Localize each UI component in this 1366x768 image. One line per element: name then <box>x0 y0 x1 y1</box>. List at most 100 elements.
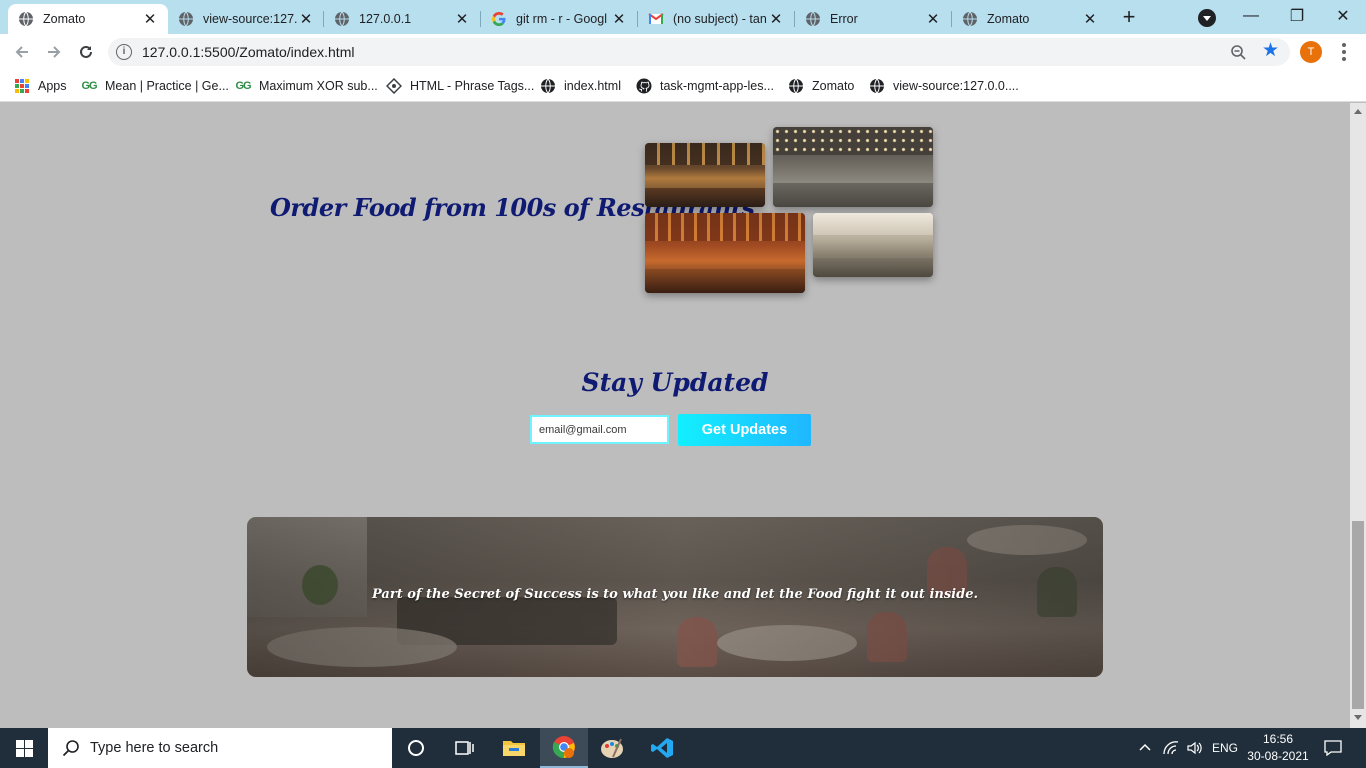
page-scrollbar[interactable] <box>1350 103 1366 728</box>
reload-icon <box>80 45 92 58</box>
bookmark-label: Mean | Practice | Ge... <box>105 79 229 93</box>
browser-toolbar: i 127.0.0.1:5500/Zomato/index.html ★ T <box>0 34 1366 70</box>
close-tab-icon[interactable]: ✕ <box>454 11 470 28</box>
tab-zomato-active[interactable]: Zomato ✕ <box>8 4 168 34</box>
bookmark-maximum-xor[interactable]: GG Maximum XOR sub... <box>235 76 378 96</box>
chrome-taskbar-icon[interactable] <box>540 728 588 768</box>
zoom-icon[interactable] <box>1230 44 1246 60</box>
paint-icon[interactable] <box>588 728 636 768</box>
reload-button[interactable] <box>72 38 100 66</box>
bookmark-label: HTML - Phrase Tags... <box>410 79 535 93</box>
cortana-icon[interactable] <box>392 728 440 768</box>
globe-icon <box>334 11 350 27</box>
bookmark-mean-practice[interactable]: GG Mean | Practice | Ge... <box>81 76 229 96</box>
restaurant-photo <box>813 213 933 277</box>
vscode-icon[interactable] <box>638 728 686 768</box>
menu-kebab-icon[interactable] <box>1336 41 1352 63</box>
minimize-button[interactable]: — <box>1228 0 1274 32</box>
page-viewport: Order Food from 100s of Restaurants Stay… <box>0 103 1350 728</box>
windows-taskbar: Type here to search ENG 16:56 30-08-2021 <box>0 728 1366 768</box>
banner-quote: Part of the Secret of Success is to what… <box>372 587 978 602</box>
task-view-icon[interactable] <box>440 728 488 768</box>
bookmark-label: task-mgmt-app-les... <box>660 79 774 93</box>
bookmark-label: index.html <box>564 79 621 93</box>
bookmark-label: Zomato <box>812 79 855 93</box>
tab-title: (no subject) - tan <box>673 12 767 26</box>
bookmark-apps[interactable]: Apps <box>14 76 67 96</box>
bookmark-view-source[interactable]: view-source:127.0.0.... <box>869 76 1019 96</box>
restaurant-photo <box>773 127 933 207</box>
bookmark-label: Maximum XOR sub... <box>259 79 378 93</box>
tab-error[interactable]: Error ✕ <box>795 4 951 34</box>
restaurant-photo <box>645 213 805 293</box>
tab-google-search[interactable]: git rm - r - Googl ✕ <box>481 4 637 34</box>
stay-updated-heading: Stay Updated <box>581 368 769 397</box>
close-tab-icon[interactable]: ✕ <box>298 11 314 28</box>
clock-time: 16:56 <box>1262 732 1294 746</box>
globe-icon <box>805 11 821 27</box>
tab-view-source[interactable]: view-source:127.0 ✕ <box>168 4 324 34</box>
tab-title: view-source:127.0 <box>203 12 298 26</box>
taskbar-search[interactable]: Type here to search <box>48 728 392 768</box>
globe-icon <box>788 78 804 94</box>
address-url[interactable]: 127.0.0.1:5500/Zomato/index.html <box>142 44 354 60</box>
bookmark-zomato[interactable]: Zomato <box>788 76 854 96</box>
bookmark-index-html[interactable]: index.html <box>540 76 621 96</box>
geeksforgeeks-icon: GG <box>81 80 97 92</box>
close-tab-icon[interactable]: ✕ <box>1082 11 1098 28</box>
back-button[interactable] <box>8 38 36 66</box>
tab-search-icon[interactable] <box>1198 9 1216 27</box>
restore-button[interactable]: ❐ <box>1274 0 1320 32</box>
arrow-right-icon <box>48 46 61 58</box>
get-updates-button[interactable]: Get Updates <box>678 414 811 446</box>
gmail-icon <box>648 11 664 27</box>
bookmark-label: view-source:127.0.0.... <box>893 79 1019 93</box>
profile-avatar[interactable]: T <box>1300 41 1322 63</box>
file-explorer-icon[interactable] <box>490 728 538 768</box>
input-language[interactable]: ENG <box>1212 728 1238 768</box>
start-button[interactable] <box>0 728 48 768</box>
bookmark-star-icon[interactable]: ★ <box>1262 41 1279 61</box>
arrow-left-icon <box>15 46 28 58</box>
close-tab-icon[interactable]: ✕ <box>142 11 158 28</box>
taskbar-clock[interactable]: 16:56 30-08-2021 <box>1244 731 1312 765</box>
bookmark-html-phrase-tags[interactable]: HTML - Phrase Tags... <box>386 76 534 96</box>
tutorialspoint-icon <box>386 78 402 94</box>
apps-grid-icon <box>14 78 30 94</box>
tab-title: Zomato <box>43 12 86 26</box>
close-tab-icon[interactable]: ✕ <box>925 11 941 28</box>
tab-localhost[interactable]: 127.0.0.1 ✕ <box>324 4 480 34</box>
globe-icon <box>540 78 556 94</box>
tab-title: Zomato <box>987 12 1030 26</box>
restaurant-photo <box>645 143 765 207</box>
clock-date: 30-08-2021 <box>1247 749 1309 763</box>
show-hidden-icons-chevron-icon[interactable] <box>1138 728 1152 768</box>
globe-icon <box>962 11 978 27</box>
windows-logo-icon <box>15 739 33 757</box>
wifi-icon[interactable] <box>1162 728 1180 768</box>
github-icon <box>636 78 652 94</box>
close-tab-icon[interactable]: ✕ <box>768 11 784 28</box>
address-bar[interactable]: i 127.0.0.1:5500/Zomato/index.html ★ <box>108 38 1290 66</box>
scroll-down-arrow-icon[interactable] <box>1354 715 1362 720</box>
site-info-icon[interactable]: i <box>116 44 132 60</box>
tab-zomato-second[interactable]: Zomato ✕ <box>952 4 1108 34</box>
tab-gmail[interactable]: (no subject) - tan ✕ <box>638 4 794 34</box>
search-icon <box>62 740 79 757</box>
browser-tab-strip: Zomato ✕ view-source:127.0 ✕ 127.0.0.1 ✕… <box>0 0 1366 34</box>
bookmark-label: Apps <box>38 79 67 93</box>
close-tab-icon[interactable]: ✕ <box>611 11 627 28</box>
volume-icon[interactable] <box>1186 728 1204 768</box>
close-window-button[interactable]: ✕ <box>1320 0 1366 32</box>
tab-title: Error <box>830 12 858 26</box>
notifications-icon[interactable] <box>1324 728 1342 768</box>
scrollbar-thumb[interactable] <box>1352 521 1364 709</box>
new-tab-button[interactable]: + <box>1116 6 1142 30</box>
email-input[interactable] <box>530 415 669 444</box>
google-icon <box>491 11 507 27</box>
taskbar-search-placeholder: Type here to search <box>90 740 219 756</box>
scroll-up-arrow-icon[interactable] <box>1354 109 1362 114</box>
forward-button[interactable] <box>40 38 68 66</box>
geeksforgeeks-icon: GG <box>235 80 251 92</box>
bookmark-task-mgmt-app[interactable]: task-mgmt-app-les... <box>636 76 774 96</box>
